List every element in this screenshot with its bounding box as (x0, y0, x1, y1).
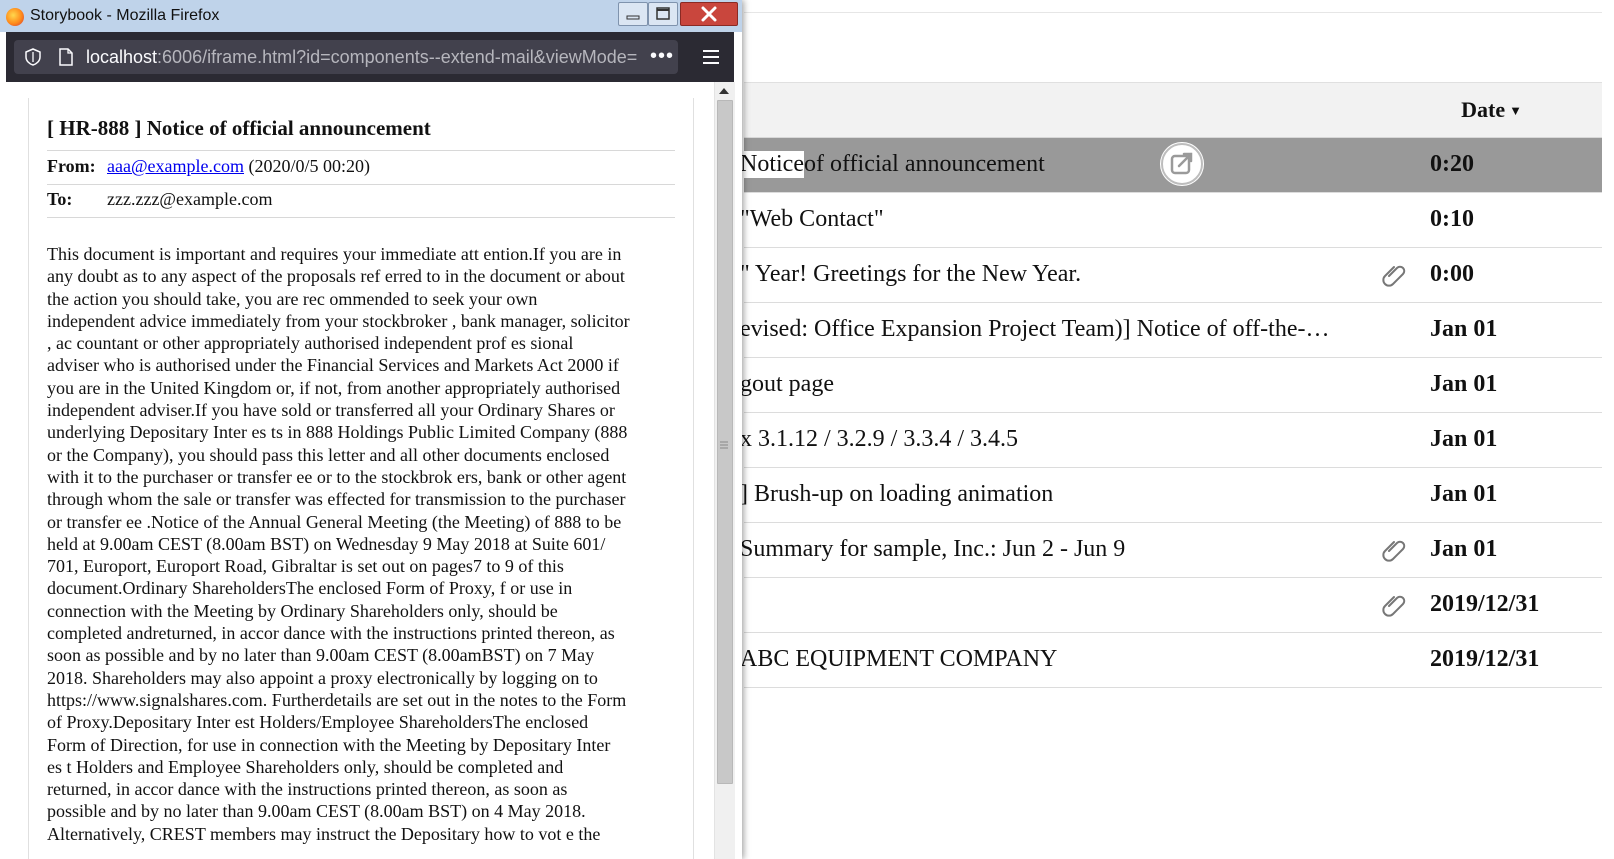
mail-subject: "Web Contact" (740, 206, 884, 232)
mail-row[interactable]: " Year! Greetings for the New Year. 0:00 (740, 248, 1602, 303)
mail-row[interactable]: Summary for sample, Inc.: Jun 2 - Jun 9 … (740, 523, 1602, 578)
grip-icon (719, 437, 729, 449)
mail-date: Jan 01 (1430, 481, 1498, 507)
firefox-icon (6, 8, 24, 26)
popup-window: Storybook - Mozilla Firefox localhost:60… (0, 0, 742, 859)
hamburger-menu-icon[interactable] (700, 46, 722, 68)
mail-view-subject: [ HR-888 ] Notice of official announceme… (47, 116, 431, 140)
mail-body-line: the action you should take, you are rec … (47, 288, 538, 309)
mail-subject: Notice of official announcement (740, 151, 1045, 178)
page-content: [ HR-888 ] Notice of official announceme… (6, 82, 734, 859)
window-titlebar[interactable]: Storybook - Mozilla Firefox (0, 0, 742, 32)
divider (47, 150, 675, 151)
mail-body-line: held at 9.00am CEST (8.00am BST) on Wedn… (47, 533, 606, 554)
mail-date: 2019/12/31 (1430, 646, 1540, 672)
mail-body-line: 701, Europort, Europort Road, Gibraltar … (47, 556, 564, 577)
mail-body-line: you are in the United Kingdom or, if not… (47, 377, 621, 398)
minimize-button[interactable] (618, 2, 648, 26)
mail-body-line: or transfer ee .Notice of the Annual Gen… (47, 511, 622, 532)
mail-body-line: returned, in accor dance with the instru… (47, 779, 568, 800)
divider (47, 217, 675, 218)
paperclip-icon (1380, 260, 1408, 288)
mail-body-line: independent adviser.If you have sold or … (47, 400, 615, 421)
mail-body-line: soon as possible and by no later than 9.… (47, 645, 595, 666)
popout-icon[interactable] (1160, 142, 1204, 186)
url-path: :6006/iframe.html?id=components--extend-… (157, 47, 638, 67)
mail-body-line: adviser who is authorised under the Fina… (47, 355, 619, 376)
scroll-up-arrow-icon[interactable] (714, 82, 734, 100)
url-bar[interactable]: localhost:6006/iframe.html?id=components… (14, 40, 678, 74)
mail-subject: evised: Office Expansion Project Team)] … (740, 316, 1330, 342)
maximize-button[interactable] (648, 2, 678, 26)
from-label: From: (47, 156, 96, 176)
mail-body-line: Alternatively, CREST members may instruc… (47, 823, 601, 844)
mail-list-header: Date ▼ (744, 82, 1602, 138)
mail-subject-part: of official announcement (803, 151, 1045, 177)
mail-date: Jan 01 (1430, 426, 1498, 452)
mail-body-line: of Proxy.Depositary Inter est Holders/Em… (47, 712, 589, 733)
mail-subject: ] Brush-up on loading animation (740, 481, 1054, 507)
mail-row[interactable]: ABC EQUIPMENT COMPANY 2019/12/31 (740, 633, 1602, 688)
to-label: To: (47, 189, 73, 209)
shield-icon[interactable] (24, 48, 42, 66)
mail-date: 2019/12/31 (1430, 591, 1540, 617)
to-value: zzz.zzz@example.com (107, 189, 273, 209)
from-date: (2020/0/5 00:20) (248, 156, 371, 176)
mail-row[interactable]: Notice of official announcement 0:20 (740, 138, 1602, 193)
mail-view: [ HR-888 ] Notice of official announceme… (28, 98, 694, 859)
url-host: localhost (86, 47, 158, 67)
mail-subject: gout page (740, 371, 834, 397)
page-actions-button[interactable]: ••• (650, 45, 674, 68)
mail-subject: ABC EQUIPMENT COMPANY (740, 646, 1058, 672)
mail-date: Jan 01 (1430, 371, 1498, 397)
mail-row[interactable]: evised: Office Expansion Project Team)] … (740, 303, 1602, 358)
mail-body-line: or the Company), you should pass this le… (47, 444, 610, 465)
date-column-header[interactable]: Date ▼ (1461, 97, 1522, 123)
mail-body-line: es t Holders and Employee Shareholders o… (47, 756, 564, 777)
url-text[interactable]: localhost:6006/iframe.html?id=components… (86, 47, 646, 68)
mail-body-line: underlying Depositary Inter es ts in 888… (47, 422, 628, 443)
from-email-link[interactable]: aaa@example.com (107, 156, 244, 176)
mail-date: Jan 01 (1430, 316, 1498, 342)
caret-down-icon: ▼ (1509, 103, 1522, 118)
mail-date: Jan 01 (1430, 536, 1498, 562)
mail-body-line: document.Ordinary ShareholdersThe enclos… (47, 578, 573, 599)
mail-row[interactable]: ] Brush-up on loading animation Jan 01 (740, 468, 1602, 523)
mail-row[interactable]: x 3.1.12 / 3.2.9 / 3.3.4 / 3.4.5 Jan 01 (740, 413, 1602, 468)
divider (47, 184, 675, 185)
mail-body-line: https://www.signalshares.com. Furtherdet… (47, 689, 627, 710)
mail-body-line: , ac countant or other appropriately aut… (47, 333, 574, 354)
mail-subject-part: Notice (740, 151, 804, 178)
mail-date: 0:10 (1430, 206, 1474, 232)
mail-body-line: independent advice immediately from your… (47, 310, 630, 331)
mail-body-line: with it to the purchaser or transfer ee … (47, 466, 627, 487)
mail-body-line: Form of Direction, for use in connection… (47, 734, 611, 755)
mail-body-line: 2018. Shareholders may also appoint a pr… (47, 667, 598, 688)
mail-date: 0:00 (1430, 261, 1474, 287)
mail-list: Date ▼ Notice of official announcement 0:… (740, 82, 1602, 688)
close-button[interactable] (680, 2, 738, 26)
mail-date: 0:20 (1430, 151, 1474, 177)
mail-body-line: possible and by no later than 9.00am CES… (47, 801, 586, 822)
mail-subject: Summary for sample, Inc.: Jun 2 - Jun 9 (740, 536, 1126, 562)
top-bar (744, 0, 1602, 13)
from-value: aaa@example.com (2020/0/5 00:20) (107, 156, 370, 177)
window-title: Storybook - Mozilla Firefox (30, 7, 220, 24)
mail-body-line: completed andreturned, in accor dance wi… (47, 623, 615, 644)
paperclip-icon (1380, 535, 1408, 563)
mail-subject: " Year! Greetings for the New Year. (740, 261, 1082, 287)
mail-body-line: connection with the Meeting by Ordinary … (47, 600, 558, 621)
mail-body-line: This document is important and requires … (47, 244, 622, 264)
paperclip-icon (1380, 590, 1408, 618)
mail-subject: x 3.1.12 / 3.2.9 / 3.3.4 / 3.4.5 (740, 426, 1019, 452)
page-icon (58, 48, 74, 66)
mail-row[interactable]: "Web Contact" 0:10 (740, 193, 1602, 248)
mail-row[interactable]: gout page Jan 01 (740, 358, 1602, 413)
date-header-label: Date (1461, 97, 1506, 122)
mail-body-line: any doubt as to any aspect of the propos… (47, 266, 625, 287)
mail-body: This document is important and requires … (47, 243, 679, 845)
mail-body-line: through whom the sale or transfer was ef… (47, 489, 626, 510)
mail-row[interactable]: 2019/12/31 (744, 578, 1602, 633)
